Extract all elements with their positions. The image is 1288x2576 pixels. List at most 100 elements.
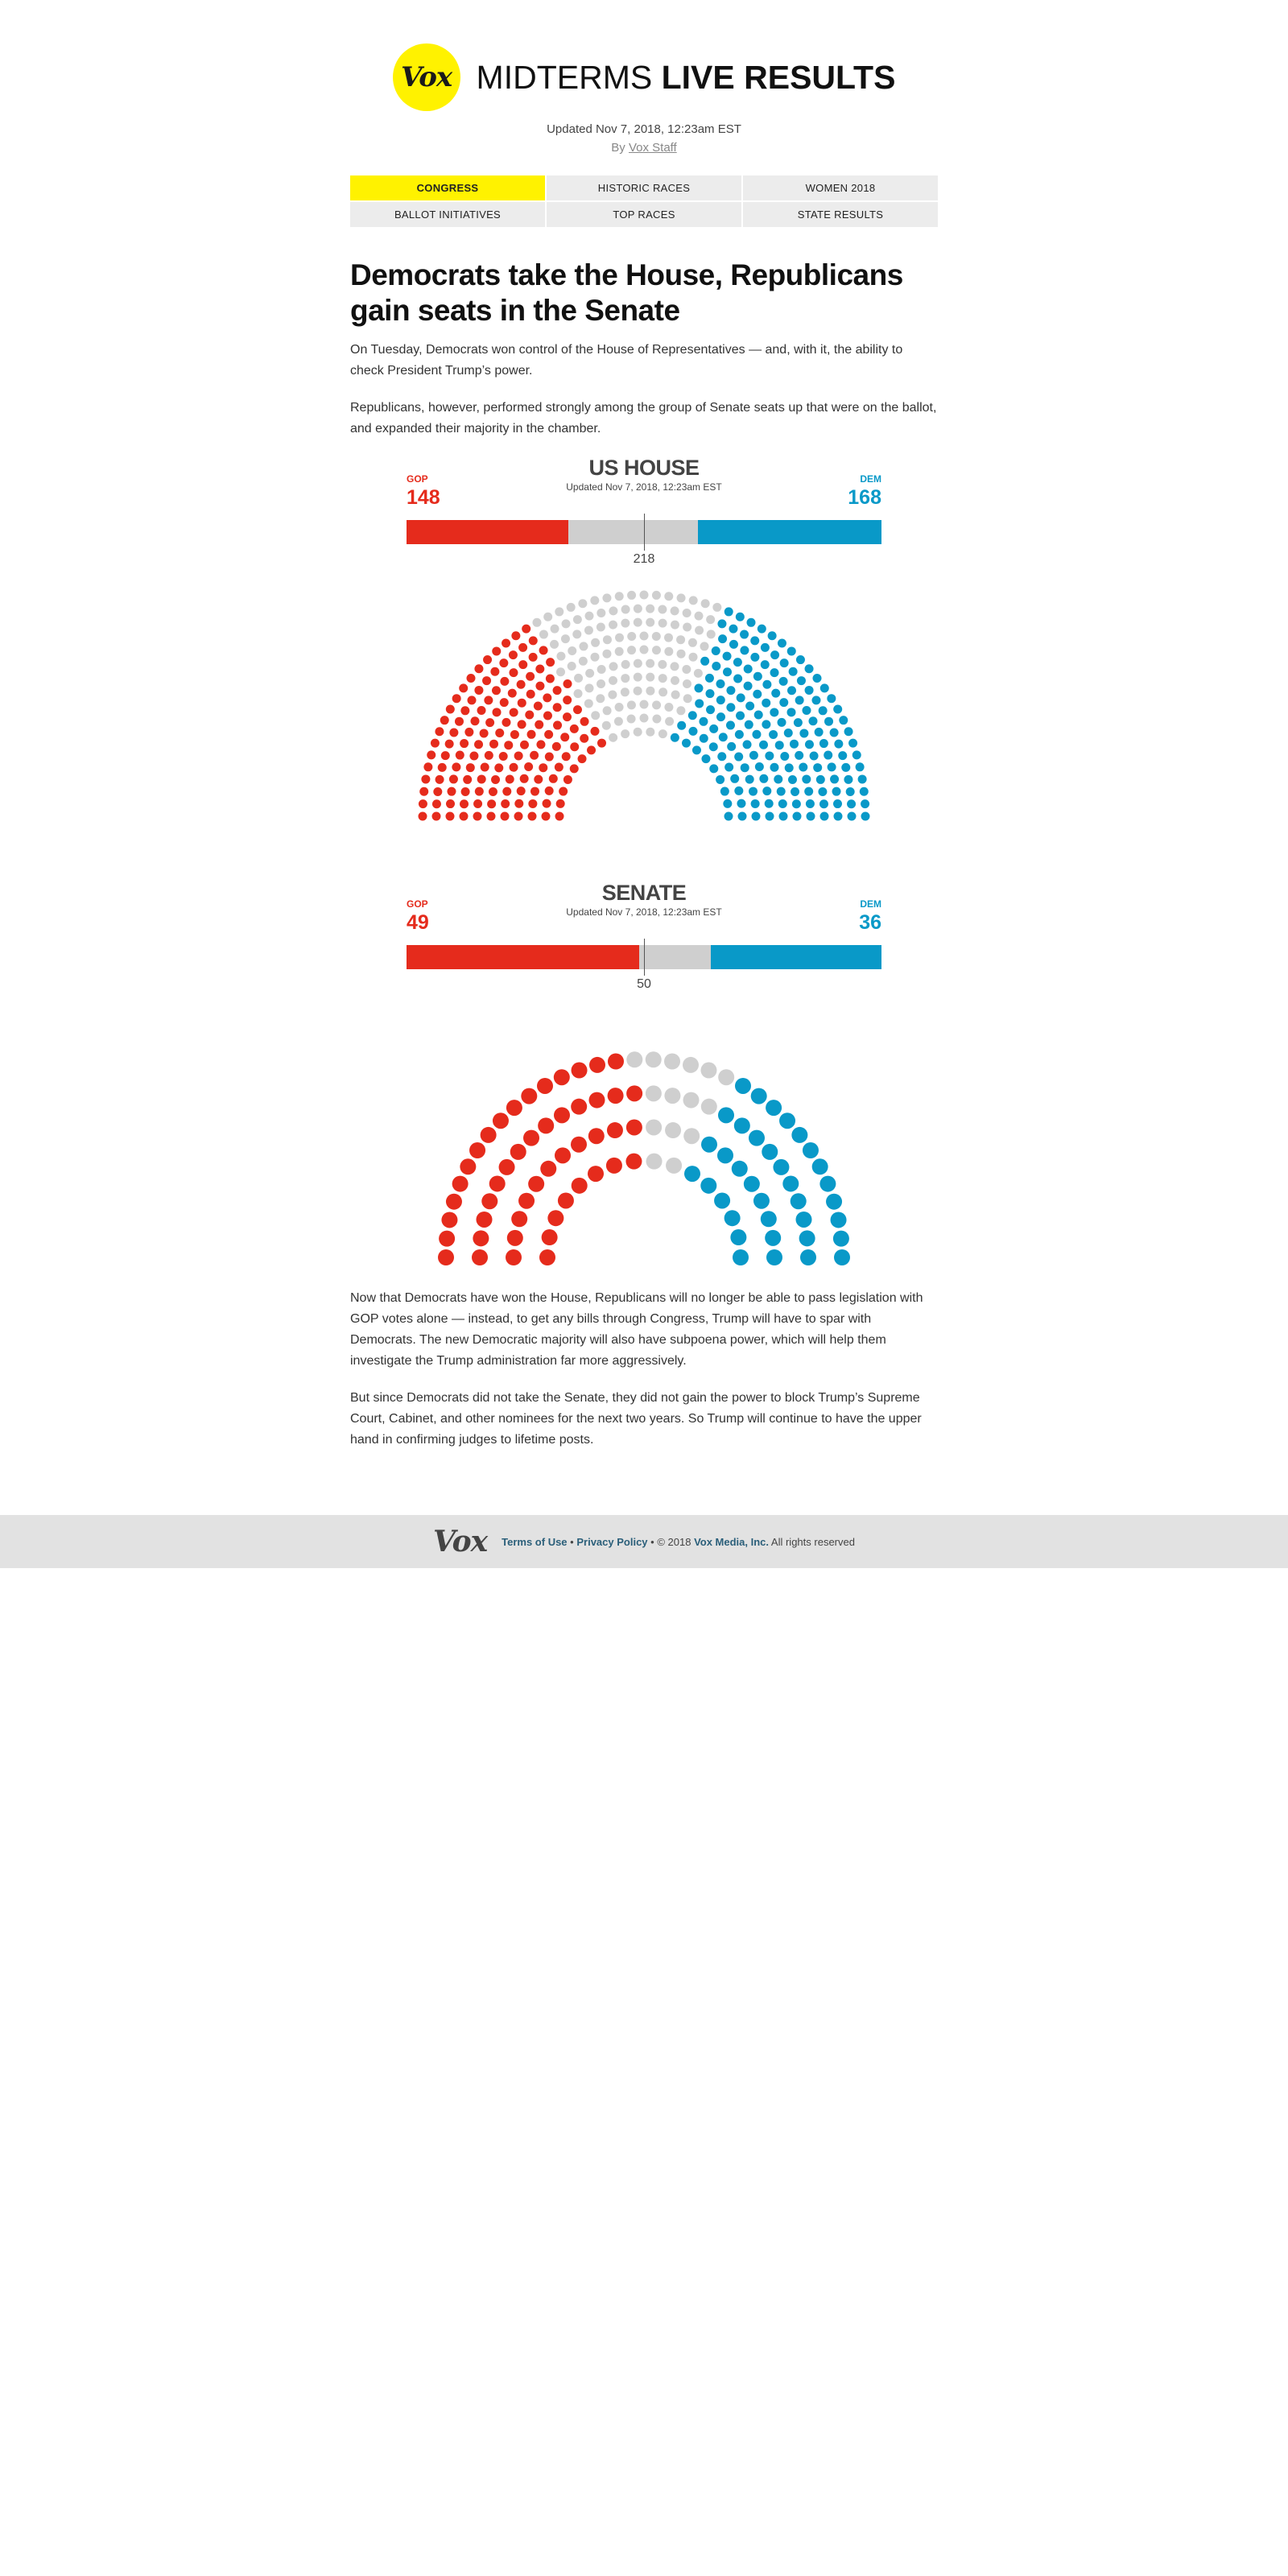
seat-gop xyxy=(438,1249,454,1265)
seat-gop xyxy=(446,799,455,809)
seat-dem xyxy=(749,786,758,796)
seat-gop xyxy=(563,774,572,784)
seat-dem xyxy=(711,646,720,656)
seat-dem xyxy=(688,726,698,736)
house-chart-updated: Updated Nov 7, 2018, 12:23am EST xyxy=(566,481,722,493)
seat-dem xyxy=(701,754,711,764)
seat-dem xyxy=(796,676,806,686)
house-chart-header: US HOUSE Updated Nov 7, 2018, 12:23am ES… xyxy=(407,456,881,520)
seat-dem xyxy=(824,716,834,726)
seat-undecided xyxy=(584,611,594,621)
senate-chart-updated: Updated Nov 7, 2018, 12:23am EST xyxy=(566,906,722,918)
seat-dem xyxy=(787,775,797,785)
seat-dem xyxy=(749,750,758,760)
seat-gop xyxy=(511,1211,528,1228)
seat-dem xyxy=(770,708,779,717)
house-dem-label: DEM xyxy=(860,473,881,485)
tab-state-results[interactable]: STATE RESULTS xyxy=(743,202,938,227)
footer-vox-logo[interactable]: Vox xyxy=(433,1525,488,1558)
seat-undecided xyxy=(609,675,617,685)
intro-paragraph-2: Republicans, however, performed strongly… xyxy=(350,401,937,436)
seat-undecided xyxy=(646,1119,663,1136)
seat-dem xyxy=(731,1160,748,1177)
tab-historic-races[interactable]: HISTORIC RACES xyxy=(547,175,741,200)
seat-undecided xyxy=(532,617,542,627)
seat-dem xyxy=(736,711,745,720)
tab-top-races[interactable]: TOP RACES xyxy=(547,202,741,227)
seat-gop xyxy=(518,660,528,670)
seat-dem xyxy=(784,763,794,773)
seat-undecided xyxy=(597,609,606,618)
seat-gop xyxy=(423,762,433,772)
tab-congress[interactable]: CONGRESS xyxy=(350,175,545,200)
seat-undecided xyxy=(614,646,624,656)
seat-dem xyxy=(777,638,786,648)
seat-gop xyxy=(502,638,511,648)
seat-undecided xyxy=(584,625,593,635)
terms-of-use-link[interactable]: Terms of Use xyxy=(502,1536,567,1548)
seat-gop xyxy=(435,727,444,737)
privacy-policy-link[interactable]: Privacy Policy xyxy=(576,1536,647,1548)
seat-dem xyxy=(730,774,740,783)
seat-dem xyxy=(753,671,762,681)
seat-gop xyxy=(544,786,554,795)
seat-dem xyxy=(819,811,829,821)
senate-bar-dem-fill xyxy=(710,945,881,969)
byline-author-link[interactable]: Vox Staff xyxy=(629,141,677,155)
seat-dem xyxy=(760,1211,777,1228)
seat-dem xyxy=(704,673,714,683)
seat-undecided xyxy=(695,625,704,635)
seat-gop xyxy=(485,718,495,728)
seat-gop xyxy=(519,774,529,783)
seat-undecided xyxy=(556,667,565,677)
seat-gop xyxy=(477,706,486,716)
seat-dem xyxy=(788,667,798,676)
seat-gop xyxy=(516,679,526,689)
seat-dem xyxy=(778,676,788,686)
vox-media-link[interactable]: Vox Media, Inc. xyxy=(694,1536,769,1548)
seat-gop xyxy=(473,1230,489,1247)
tab-ballot-initiatives[interactable]: BALLOT INITIATIVES xyxy=(350,202,545,227)
seat-dem xyxy=(787,686,797,696)
seat-gop xyxy=(465,763,475,773)
seat-dem xyxy=(740,646,749,655)
seat-gop xyxy=(501,799,510,808)
title-thin: MIDTERMS xyxy=(476,58,653,96)
seat-gop xyxy=(530,750,539,760)
seat-gop xyxy=(589,1056,605,1073)
seat-dem xyxy=(790,739,799,749)
seat-undecided xyxy=(658,729,667,739)
seat-dem xyxy=(833,704,843,714)
seat-undecided xyxy=(688,652,698,662)
seat-dem xyxy=(744,720,753,729)
house-bar-dem-fill xyxy=(698,520,881,544)
seat-undecided xyxy=(602,649,612,658)
seat-dem xyxy=(802,706,811,716)
seat-undecided xyxy=(639,631,649,641)
seat-undecided xyxy=(687,638,697,647)
seat-undecided xyxy=(578,599,588,609)
seat-gop xyxy=(588,1166,604,1183)
seat-dem xyxy=(700,656,710,666)
seat-dem xyxy=(733,1117,750,1134)
seat-gop xyxy=(523,1129,540,1146)
seat-undecided xyxy=(621,659,630,669)
seat-undecided xyxy=(568,646,577,656)
seat-gop xyxy=(540,1160,557,1177)
seat-gop xyxy=(419,786,429,796)
seat-gop xyxy=(514,799,524,808)
seat-gop xyxy=(535,720,544,729)
seat-gop xyxy=(528,799,538,808)
seat-gop xyxy=(444,739,454,749)
byline: By Vox Staff xyxy=(350,141,938,155)
seat-dem xyxy=(814,727,824,737)
seat-gop xyxy=(433,786,443,796)
seat-gop xyxy=(571,1177,588,1194)
seat-undecided xyxy=(572,615,582,625)
seat-gop xyxy=(435,774,444,784)
tab-women-2018[interactable]: WOMEN 2018 xyxy=(743,175,938,200)
vox-logo[interactable]: Vox xyxy=(392,43,460,111)
seat-dem xyxy=(737,799,746,808)
seat-dem xyxy=(800,1249,816,1265)
seat-gop xyxy=(448,774,458,784)
